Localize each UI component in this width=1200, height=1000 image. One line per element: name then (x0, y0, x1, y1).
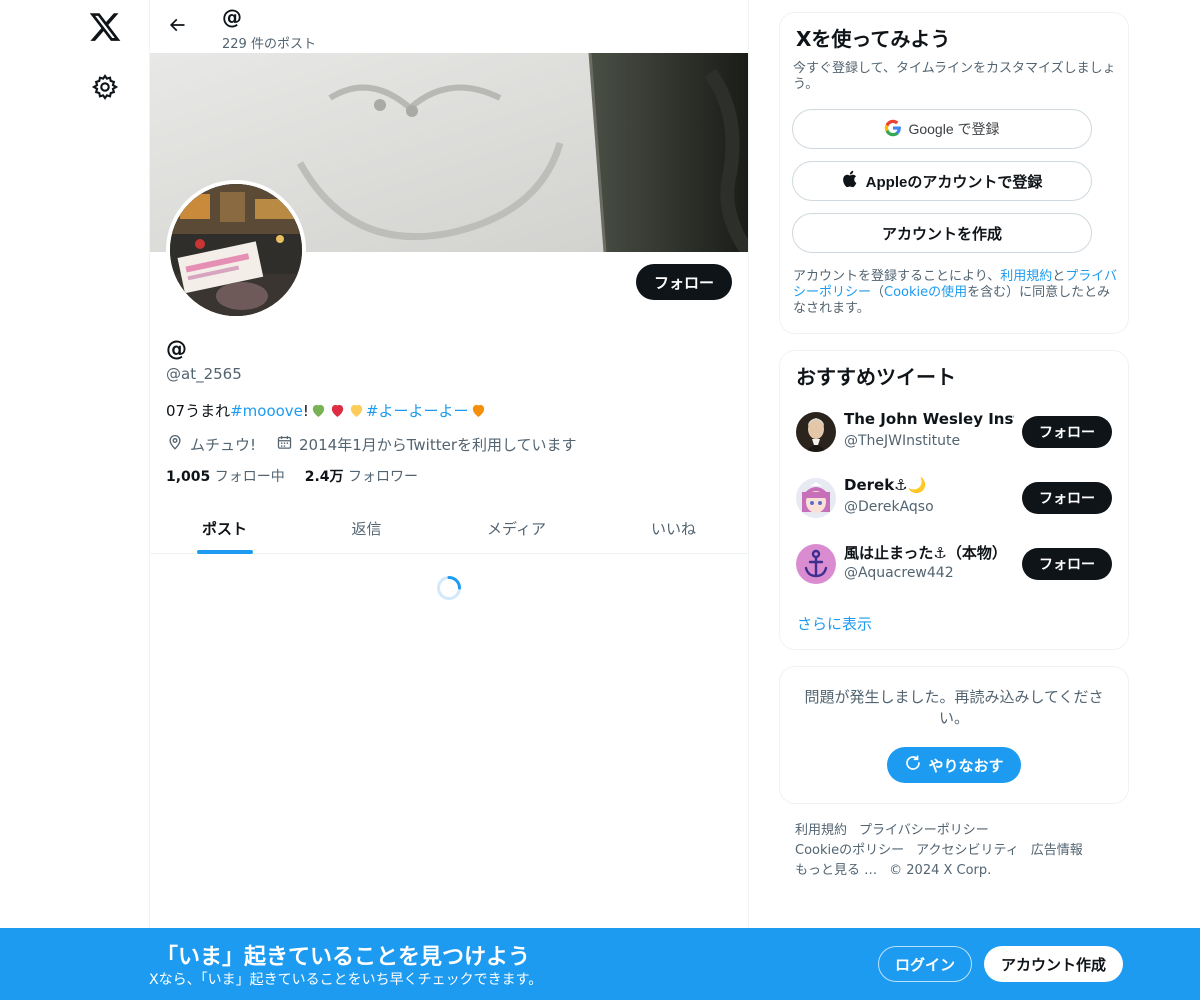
tab-label: いいね (650, 519, 696, 538)
google-signup-button[interactable]: Google で登録 (792, 109, 1092, 149)
footer-link[interactable]: もっと見る … (795, 863, 877, 878)
header-display-name: @ (222, 5, 242, 29)
recommend-item[interactable]: Derek⚓🌙 @DerekAqso フォロー (796, 476, 1114, 520)
show-more-link[interactable]: さらに表示 (797, 613, 872, 634)
location-icon (166, 433, 184, 455)
footer-link[interactable]: Cookieのポリシー (795, 843, 904, 858)
footer-link[interactable]: プライバシーポリシー (859, 823, 989, 838)
followers-count: 2.4万 (304, 469, 344, 485)
login-button[interactable]: ログイン (878, 946, 972, 982)
error-message: 問題が発生しました。再読み込みしてください。 (804, 688, 1104, 727)
red-heart-icon (329, 402, 346, 419)
tab-label: 返信 (351, 519, 382, 538)
recommend-handle: @Aquacrew442 (844, 565, 954, 581)
retry-label: やりなおす (928, 757, 1004, 775)
recommend-title: おすすめツイート (796, 365, 956, 389)
footer-link[interactable]: 利用規約 (795, 823, 847, 838)
following-count: 1,005 (166, 469, 211, 485)
recommend-name: The John Wesley Instit (844, 410, 1014, 428)
bio-exclamation: ! (302, 401, 309, 420)
terms-text: アカウントを登録することにより、 (793, 269, 1001, 284)
profile-handle: @at_2565 (166, 365, 242, 383)
bottom-bar-subtitle: Xなら、「いま」起きていることをいち早くチェックできます。 (149, 972, 543, 988)
tab-likes[interactable]: いいね (599, 502, 748, 554)
google-signup-label: Google で登録 (908, 121, 1000, 137)
tab-label: ポスト (201, 519, 247, 538)
recommend-name: 風は止まった⚓（本物） (844, 544, 1007, 562)
recommend-name: Derek⚓🌙 (844, 476, 927, 494)
yellow-heart-icon (348, 402, 365, 419)
profile-display-name: @ (166, 337, 187, 361)
spinner-icon (436, 575, 462, 601)
bio-hashtag-yoyoyo[interactable]: #よーよーよー (366, 400, 469, 421)
bio-hashtag-mooove[interactable]: #mooove (230, 402, 303, 420)
footer-copyright: © 2024 X Corp. (889, 863, 992, 878)
following-link[interactable]: 1,005 フォロー中 (166, 466, 285, 486)
signup-subtitle: 今すぐ登録して、タイムラインをカスタマイズしましょう。 (793, 61, 1116, 92)
terms-link[interactable]: 利用規約 (1000, 269, 1052, 284)
google-icon (884, 119, 902, 140)
footer-link[interactable]: アクセシビリティ (916, 843, 1019, 858)
profile-avatar[interactable] (166, 180, 306, 320)
recommend-handle: @DerekAqso (844, 499, 934, 515)
header-post-count: 229 件のポスト (222, 37, 316, 52)
tab-media[interactable]: メディア (434, 502, 599, 554)
following-label: フォロー中 (214, 469, 285, 485)
footer-link[interactable]: 広告情報 (1031, 843, 1083, 858)
signup-title: Xを使ってみよう (796, 27, 951, 51)
apple-signup-label: Appleのアカウントで登録 (865, 173, 1043, 191)
orange-heart-icon (470, 402, 487, 419)
retry-button[interactable]: やりなおす (887, 747, 1021, 783)
x-logo-icon[interactable] (88, 10, 122, 44)
profile-stats: 1,005 フォロー中 2.4万 フォロワー (166, 466, 418, 486)
tab-posts[interactable]: ポスト (150, 502, 299, 554)
tab-replies[interactable]: 返信 (299, 502, 434, 554)
bio-text: 07うまれ (166, 402, 231, 420)
terms-text: （ (871, 285, 885, 300)
apple-signup-button[interactable]: Appleのアカウントで登録 (792, 161, 1092, 201)
signup-button[interactable]: アカウント作成 (984, 946, 1123, 982)
tab-active-indicator (196, 550, 253, 554)
recommend-follow-button[interactable]: フォロー (1022, 482, 1112, 514)
recommend-follow-button[interactable]: フォロー (1022, 416, 1112, 448)
avatar[interactable] (796, 544, 836, 584)
refresh-icon (904, 754, 922, 776)
green-heart-icon (310, 402, 327, 419)
terms-text: と (1052, 269, 1066, 284)
signup-terms: アカウントを登録することにより、利用規約とプライバシーポリシー（Cookieの使… (793, 269, 1123, 317)
profile-joined: 2014年1月からTwitterを利用しています (299, 435, 577, 454)
bottom-bar-title: 「いま」起きていることを見つけよう (156, 945, 531, 970)
gear-icon[interactable] (91, 73, 119, 101)
create-account-button[interactable]: アカウントを作成 (792, 213, 1092, 253)
recommend-follow-button[interactable]: フォロー (1022, 548, 1112, 580)
followers-link[interactable]: 2.4万 フォロワー (305, 466, 418, 486)
footer-links: 利用規約 プライバシーポリシー Cookieのポリシー アクセシビリティ 広告情報 も… (795, 821, 1125, 881)
follow-button[interactable]: フォロー (636, 264, 732, 300)
profile-meta: ムチュウ! 2014年1月からTwitterを利用しています (166, 433, 577, 455)
recommend-item[interactable]: The John Wesley Instit @TheJWInstitute フ… (796, 410, 1114, 454)
back-arrow-icon (167, 15, 187, 39)
profile-location: ムチュウ! (190, 435, 257, 454)
avatar[interactable] (796, 412, 836, 452)
tab-label: メディア (487, 519, 546, 538)
cookie-link[interactable]: Cookieの使用 (884, 285, 967, 300)
back-button[interactable] (162, 12, 192, 42)
calendar-icon (276, 434, 293, 455)
followers-label: フォロワー (348, 469, 419, 485)
profile-bio: 07うまれ #mooove ! #よーよーよー (166, 400, 488, 421)
avatar[interactable] (796, 478, 836, 518)
apple-icon (842, 170, 860, 192)
recommend-handle: @TheJWInstitute (844, 433, 961, 449)
profile-tabs: ポスト 返信 メディア いいね (150, 502, 748, 554)
recommend-item[interactable]: 風は止まった⚓（本物） @Aquacrew442 フォロー (796, 542, 1114, 586)
